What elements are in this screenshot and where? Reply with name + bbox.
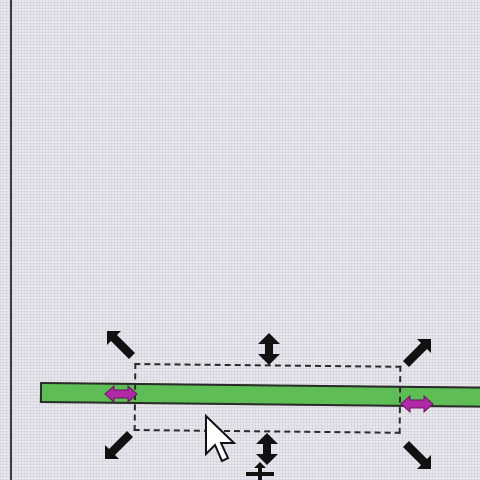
- resize-handle-bottom-right-icon[interactable]: [400, 438, 434, 472]
- selection-bounding-box: [133, 363, 402, 434]
- resize-handle-bottom-left-icon[interactable]: [102, 428, 136, 462]
- resize-handle-top-icon[interactable]: [256, 332, 282, 366]
- move-cursor-icon: [246, 462, 274, 480]
- drawing-canvas[interactable]: [0, 0, 480, 480]
- resize-handle-top-right-icon[interactable]: [400, 336, 434, 370]
- left-node-handle-icon[interactable]: [104, 384, 138, 404]
- resize-handle-top-left-icon[interactable]: [104, 328, 138, 362]
- right-node-handle-icon[interactable]: [400, 394, 434, 414]
- arrow-cursor-icon: [205, 414, 237, 463]
- canvas-edge-line: [10, 0, 12, 480]
